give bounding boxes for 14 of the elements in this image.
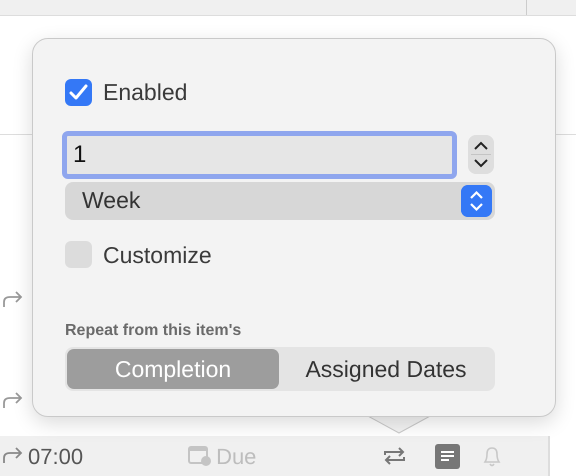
- redo-arrow-icon: [2, 291, 24, 309]
- unit-dropdown[interactable]: Week: [65, 182, 495, 220]
- enabled-checkbox[interactable]: [65, 78, 92, 106]
- customize-label: Customize: [103, 240, 212, 270]
- time-text: 07:00: [28, 442, 84, 470]
- segment-option[interactable]: Assigned Dates: [279, 349, 493, 389]
- redo-arrow-icon: [2, 447, 24, 465]
- enabled-label: Enabled: [103, 78, 188, 107]
- interval-field[interactable]: 1: [62, 130, 457, 178]
- notes-icon[interactable]: [435, 444, 460, 468]
- redo-arrow-icon: [2, 392, 24, 410]
- calendar-clock-icon: [188, 445, 212, 467]
- repeat-from-label: Repeat from this item's: [65, 321, 242, 341]
- chevron-updown-icon: [461, 184, 492, 216]
